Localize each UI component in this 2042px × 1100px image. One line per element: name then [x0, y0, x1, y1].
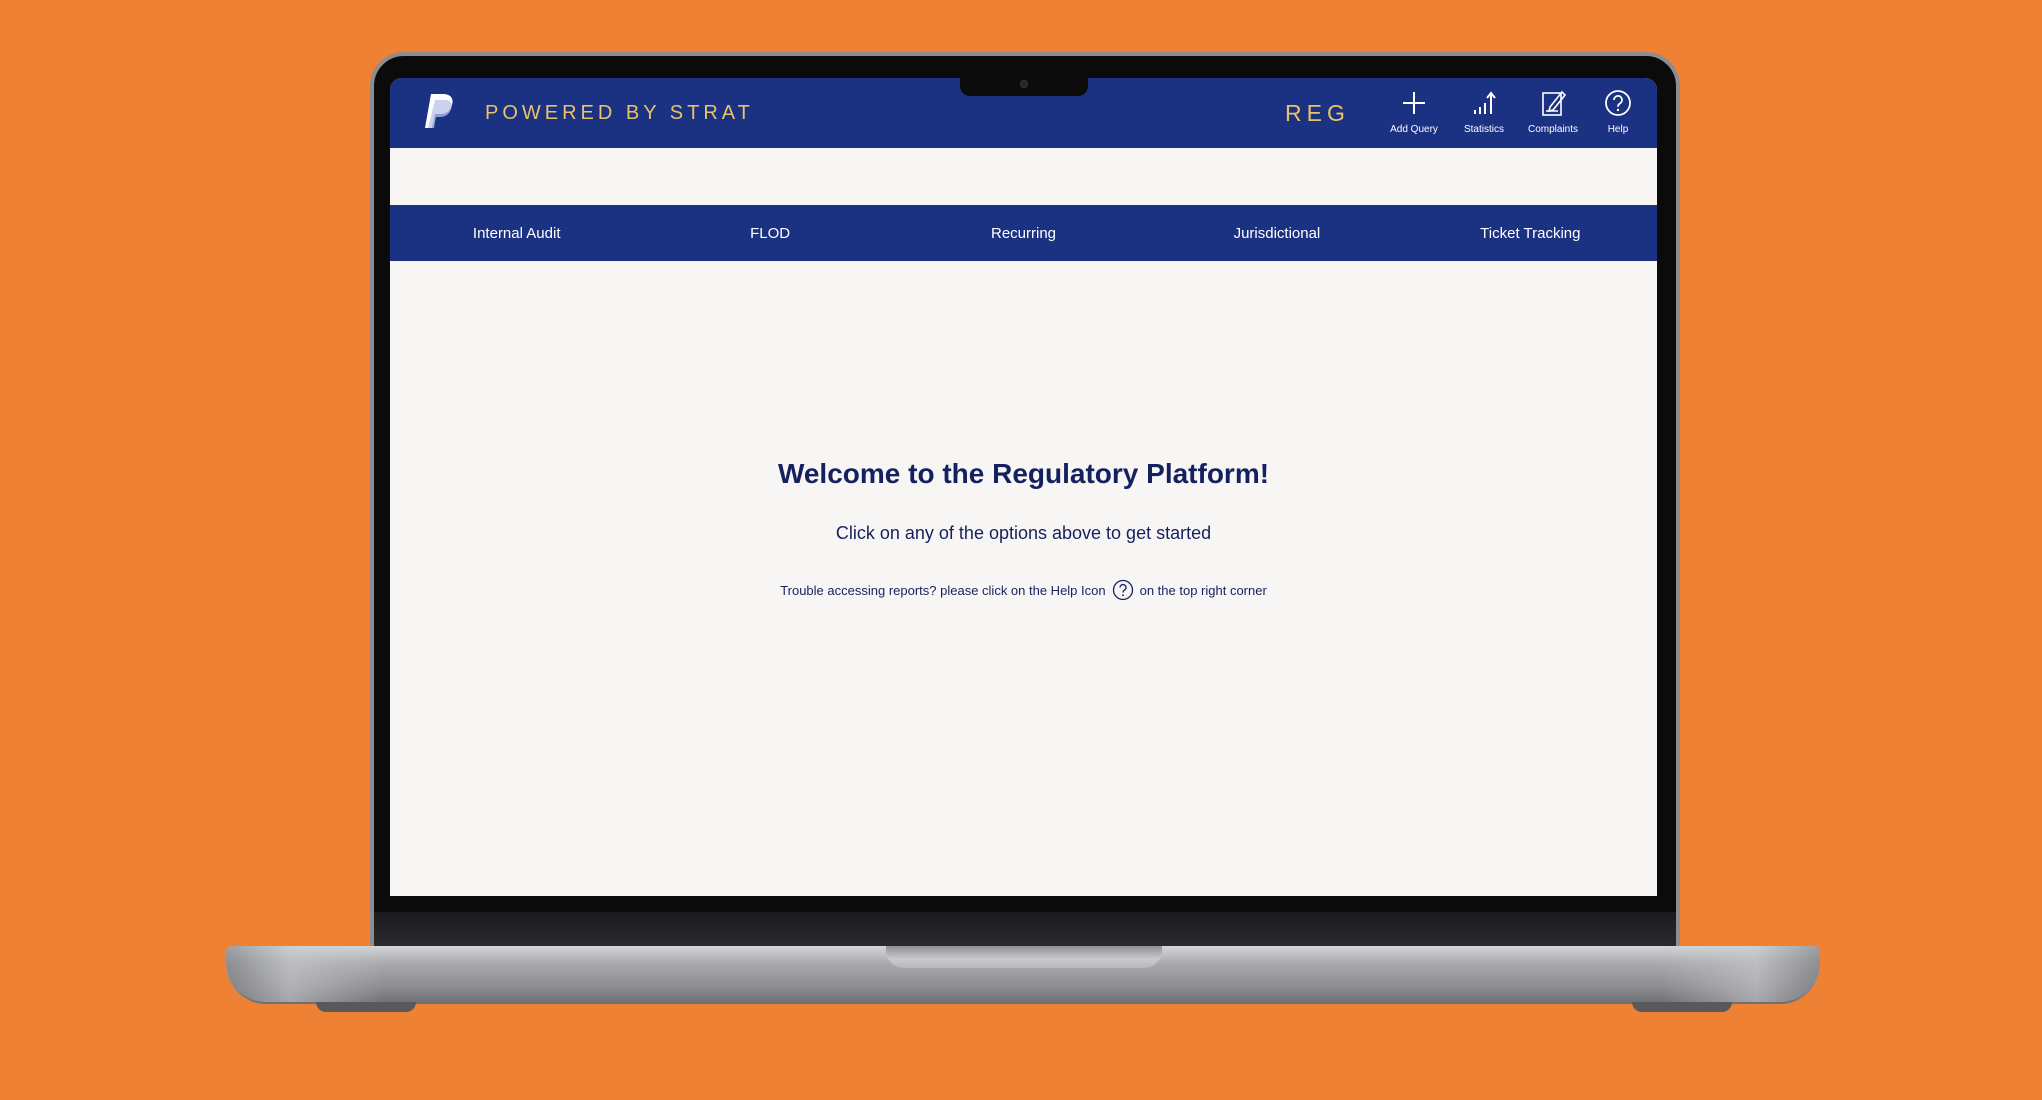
nav-item-jurisdictional[interactable]: Jurisdictional — [1150, 205, 1403, 261]
help-icon — [1112, 579, 1133, 601]
laptop-hinge — [886, 946, 1162, 968]
nav-item-recurring[interactable]: Recurring — [897, 205, 1150, 261]
welcome-subtitle: Click on any of the options above to get… — [835, 523, 1212, 543]
welcome-heading: Welcome to the Regulatory Platform! — [777, 458, 1270, 489]
stage: POWERED BY STRAT REG Add Query Statistic… — [0, 0, 2042, 1100]
complaints-label: Complaints — [1527, 124, 1579, 135]
main-content: Welcome to the Regulatory Platform! Clic… — [390, 261, 1657, 896]
nav-item-internal-audit[interactable]: Internal Audit — [390, 205, 643, 261]
help-hint: Trouble accessing reports? please click … — [390, 579, 1657, 601]
nav-item-flod[interactable]: FLOD — [643, 205, 896, 261]
main-nav: Internal Audit FLOD Recurring Jurisdicti… — [390, 205, 1657, 261]
complaints-button[interactable]: Complaints — [1521, 88, 1585, 144]
help-icon — [1605, 90, 1631, 116]
add-query-label: Add Query — [1390, 124, 1438, 135]
statistics-icon — [1474, 91, 1496, 114]
statistics-label: Statistics — [1463, 124, 1504, 135]
camera-icon — [1020, 80, 1028, 88]
paypal-logo-icon — [425, 94, 453, 128]
help-hint-prefix: Trouble accessing reports? please click … — [780, 582, 1106, 598]
laptop-screen: POWERED BY STRAT REG Add Query Statistic… — [390, 78, 1657, 896]
help-label: Help — [1607, 124, 1629, 135]
help-button[interactable]: Help — [1586, 88, 1650, 144]
laptop-chin — [374, 912, 1676, 946]
plus-icon — [1403, 92, 1425, 114]
statistics-button[interactable]: Statistics — [1452, 88, 1516, 144]
section-title: REG — [1285, 100, 1350, 126]
brand-title: POWERED BY STRAT — [485, 102, 754, 124]
complaints-icon — [1542, 90, 1567, 116]
add-query-button[interactable]: Add Query — [1382, 88, 1446, 144]
help-hint-suffix: on the top right corner — [1139, 582, 1267, 598]
laptop-foot-right — [1632, 1002, 1732, 1012]
nav-item-ticket-tracking[interactable]: Ticket Tracking — [1404, 205, 1657, 261]
laptop-foot-left — [316, 1002, 416, 1012]
camera-notch — [960, 76, 1088, 96]
